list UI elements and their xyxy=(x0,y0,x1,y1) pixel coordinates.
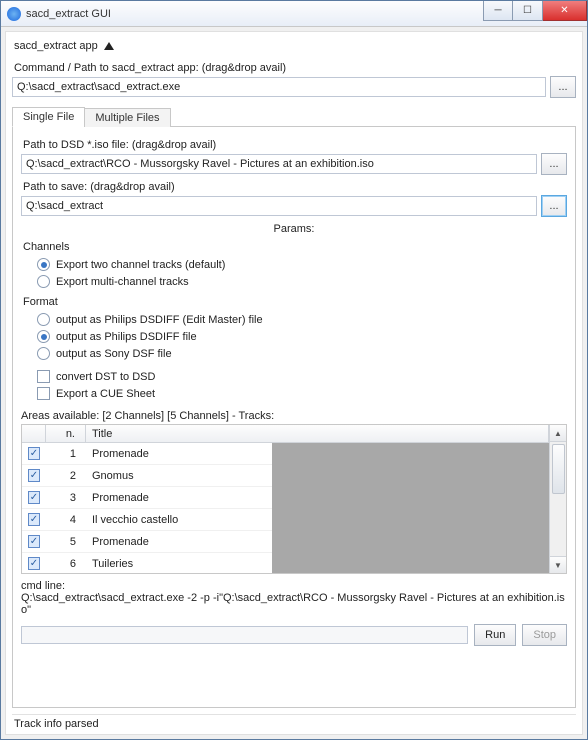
radio-multi-channel[interactable]: Export multi-channel tracks xyxy=(23,273,565,290)
save-browse-button[interactable]: ... xyxy=(541,195,567,217)
table-row[interactable]: 6Tuileries xyxy=(22,553,272,573)
tab-single-file[interactable]: Single File xyxy=(12,107,85,127)
row-checkbox-icon[interactable] xyxy=(28,557,40,570)
radio-dsdiff-edit[interactable]: output as Philips DSDIFF (Edit Master) f… xyxy=(23,311,565,328)
run-button[interactable]: Run xyxy=(474,624,516,646)
table-row[interactable]: 1Promenade xyxy=(22,443,272,465)
collapse-icon xyxy=(104,42,114,50)
section-title: sacd_extract app xyxy=(14,40,98,52)
command-browse-button[interactable]: ... xyxy=(550,76,576,98)
row-n: 6 xyxy=(46,558,86,570)
command-label: Command / Path to sacd_extract app: (dra… xyxy=(14,62,574,74)
row-n: 5 xyxy=(46,536,86,548)
radio-dsdiff[interactable]: output as Philips DSDIFF file xyxy=(23,328,565,345)
format-group: Format output as Philips DSDIFF (Edit Ma… xyxy=(23,296,565,362)
tab-panel-single: Path to DSD *.iso file: (drag&drop avail… xyxy=(12,127,576,708)
maximize-button[interactable]: ☐ xyxy=(513,1,543,21)
row-title: Tuileries xyxy=(86,558,272,570)
radio-dsf[interactable]: output as Sony DSF file xyxy=(23,345,565,362)
row-n: 3 xyxy=(46,492,86,504)
window-title: sacd_extract GUI xyxy=(26,8,483,20)
tab-multiple-files[interactable]: Multiple Files xyxy=(84,108,170,127)
check-cue[interactable]: Export a CUE Sheet xyxy=(23,385,565,402)
checkbox-icon xyxy=(37,387,50,400)
iso-input[interactable]: Q:\sacd_extract\RCO - Mussorgsky Ravel -… xyxy=(21,154,537,174)
row-checkbox-icon[interactable] xyxy=(28,469,40,482)
tracks-grid: n. Title 1Promenade2Gnomus3Promenade4Il … xyxy=(21,424,567,574)
status-bar: Track info parsed xyxy=(12,714,576,730)
row-checkbox-icon[interactable] xyxy=(28,491,40,504)
table-row[interactable]: 4Il vecchio castello xyxy=(22,509,272,531)
app-icon xyxy=(7,7,21,21)
scroll-up-icon[interactable]: ▲ xyxy=(550,425,566,442)
stop-button: Stop xyxy=(522,624,567,646)
radio-icon xyxy=(37,258,50,271)
row-title: Gnomus xyxy=(86,470,272,482)
row-checkbox-icon[interactable] xyxy=(28,513,40,526)
grid-header-check[interactable] xyxy=(22,425,46,442)
row-n: 1 xyxy=(46,448,86,460)
cmdline: cmd line: Q:\sacd_extract\sacd_extract.e… xyxy=(21,580,567,616)
row-checkbox-icon[interactable] xyxy=(28,535,40,548)
check-dst2dsd[interactable]: convert DST to DSD xyxy=(23,368,565,385)
channels-group: Channels Export two channel tracks (defa… xyxy=(23,241,565,290)
radio-icon xyxy=(37,313,50,326)
row-title: Promenade xyxy=(86,536,272,548)
radio-two-channel[interactable]: Export two channel tracks (default) xyxy=(23,256,565,273)
options-group: convert DST to DSD Export a CUE Sheet xyxy=(23,368,565,402)
checkbox-icon xyxy=(37,370,50,383)
cmdline-value: Q:\sacd_extract\sacd_extract.exe -2 -p -… xyxy=(21,592,567,616)
row-title: Il vecchio castello xyxy=(86,514,272,526)
radio-icon xyxy=(37,347,50,360)
row-n: 4 xyxy=(46,514,86,526)
scroll-down-icon[interactable]: ▼ xyxy=(550,556,566,573)
command-input[interactable]: Q:\sacd_extract\sacd_extract.exe xyxy=(12,77,546,97)
row-title: Promenade xyxy=(86,448,272,460)
save-label: Path to save: (drag&drop avail) xyxy=(23,181,565,193)
minimize-button[interactable]: ─ xyxy=(483,1,513,21)
grid-header-title[interactable]: Title xyxy=(86,425,549,442)
progress-bar xyxy=(21,626,468,644)
table-row[interactable]: 5Promenade xyxy=(22,531,272,553)
cmdline-label: cmd line: xyxy=(21,580,567,592)
areas-label: Areas available: [2 Channels] [5 Channel… xyxy=(21,410,567,422)
iso-label: Path to DSD *.iso file: (drag&drop avail… xyxy=(23,139,565,151)
table-row[interactable]: 2Gnomus xyxy=(22,465,272,487)
row-n: 2 xyxy=(46,470,86,482)
close-button[interactable]: ✕ xyxy=(543,1,587,21)
iso-browse-button[interactable]: ... xyxy=(541,153,567,175)
row-title: Promenade xyxy=(86,492,272,504)
section-header[interactable]: sacd_extract app xyxy=(12,36,576,56)
grid-header-n[interactable]: n. xyxy=(46,425,86,442)
scroll-thumb[interactable] xyxy=(552,444,565,494)
params-header: Params: xyxy=(21,223,567,235)
row-checkbox-icon[interactable] xyxy=(28,447,40,460)
grid-scrollbar[interactable]: ▲ ▼ xyxy=(549,425,566,573)
tabs: Single File Multiple Files xyxy=(12,106,576,127)
save-input[interactable]: Q:\sacd_extract xyxy=(21,196,537,216)
titlebar[interactable]: sacd_extract GUI ─ ☐ ✕ xyxy=(1,1,587,27)
radio-icon xyxy=(37,330,50,343)
radio-icon xyxy=(37,275,50,288)
app-window: sacd_extract GUI ─ ☐ ✕ sacd_extract app … xyxy=(0,0,588,740)
channels-title: Channels xyxy=(23,241,565,253)
format-title: Format xyxy=(23,296,565,308)
table-row[interactable]: 3Promenade xyxy=(22,487,272,509)
grid-header: n. Title xyxy=(22,425,549,443)
